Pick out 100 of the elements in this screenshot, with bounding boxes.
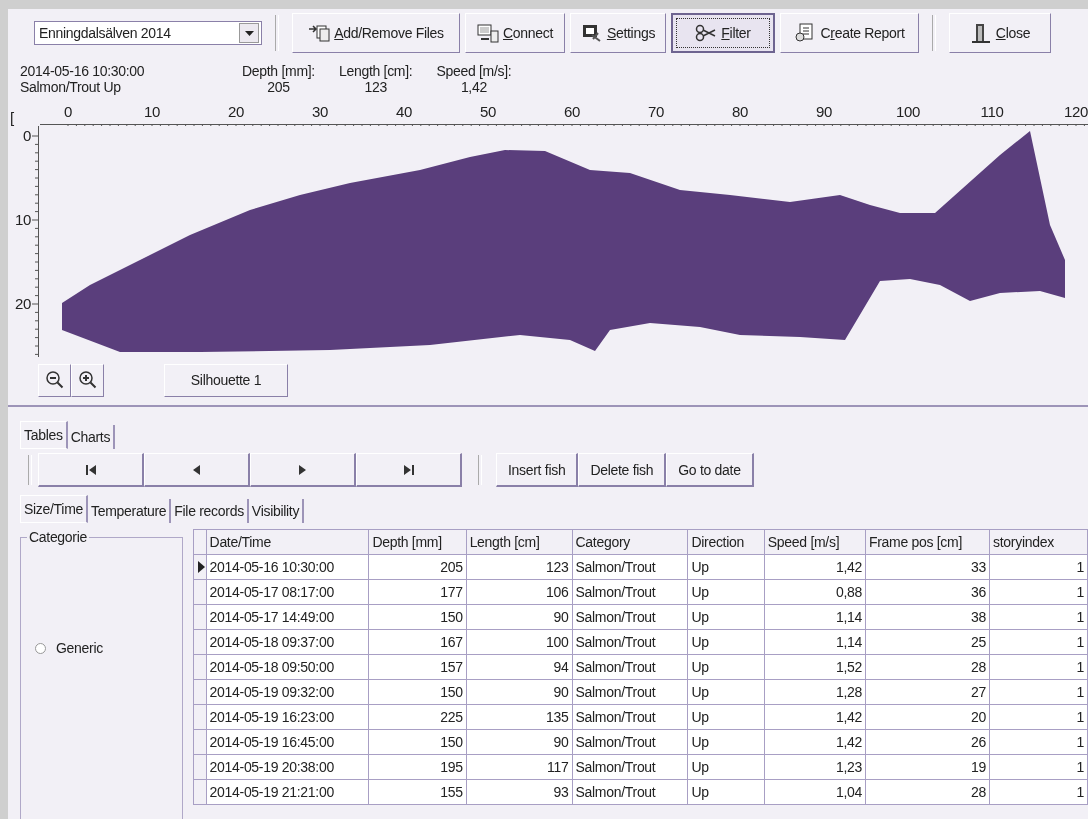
- table-cell: 19: [865, 754, 990, 780]
- navigator-button[interactable]: [38, 453, 144, 487]
- table-cell: 1: [989, 704, 1088, 730]
- table-cell: 36: [865, 579, 990, 605]
- column-header[interactable]: Date/Time: [206, 529, 369, 555]
- table-cell: Up: [687, 729, 765, 755]
- table-cell: Salmon/Trout: [572, 629, 688, 655]
- table-cell: Salmon/Trout: [572, 679, 688, 705]
- silhouette-button[interactable]: Silhouette 1: [164, 363, 288, 397]
- row-indicator[interactable]: [193, 554, 207, 580]
- field-label: Speed [m/s]:: [436, 63, 512, 79]
- tab[interactable]: Visibility: [248, 499, 305, 523]
- column-header[interactable]: Category: [572, 529, 688, 555]
- ruler-bracket: [: [10, 109, 14, 126]
- table-cell: Up: [687, 779, 765, 805]
- table-cell: Up: [687, 629, 765, 655]
- toolbar-button[interactable]: Settings: [570, 13, 666, 53]
- column-header[interactable]: Direction: [687, 529, 765, 555]
- table-cell: 1,28: [764, 679, 866, 705]
- ruler-label: 10: [14, 211, 31, 228]
- table-cell: Salmon/Trout: [572, 604, 688, 630]
- zoom-in-icon: [77, 370, 98, 390]
- toolbar-button[interactable]: Create Report: [780, 13, 919, 53]
- action-button[interactable]: Go to date: [666, 453, 754, 487]
- caret-icon: [244, 30, 254, 36]
- toolbar-button[interactable]: Close: [949, 13, 1051, 53]
- table-cell: 1: [989, 754, 1088, 780]
- table-cell: 1,42: [764, 729, 866, 755]
- action-button[interactable]: Delete fish: [578, 453, 667, 487]
- computer-icon: [476, 23, 499, 43]
- column-header[interactable]: storyindex: [989, 529, 1088, 555]
- table-cell: 135: [466, 704, 573, 730]
- tab[interactable]: Size/Time: [20, 495, 88, 523]
- radio-label[interactable]: Generic: [56, 640, 103, 656]
- column-header[interactable]: Frame pos [cm]: [865, 529, 990, 555]
- ruler-label: 90: [815, 103, 833, 120]
- ruler-label: 20: [227, 103, 245, 120]
- toolbar-button[interactable]: Add/Remove Files: [292, 13, 460, 53]
- table-cell: 90: [466, 604, 573, 630]
- table-cell: 28: [865, 779, 990, 805]
- current-row-icon: [197, 561, 205, 573]
- table-cell: 150: [368, 604, 467, 630]
- table-cell: Up: [687, 754, 765, 780]
- zoom-in-button[interactable]: [71, 363, 104, 397]
- ruler-label: 10: [143, 103, 161, 120]
- table-cell: 2014-05-18 09:50:00: [206, 654, 369, 680]
- column-header[interactable]: Depth [mm]: [368, 529, 467, 555]
- table-cell: 1: [989, 554, 1088, 580]
- table-cell: 1: [989, 654, 1088, 680]
- toolbar-button[interactable]: Connect: [465, 13, 565, 53]
- table-cell: 93: [466, 779, 573, 805]
- table-cell: 157: [368, 654, 467, 680]
- table-cell: 195: [368, 754, 467, 780]
- table-cell: 2014-05-19 09:32:00: [206, 679, 369, 705]
- table-cell: 38: [865, 604, 990, 630]
- radio-button[interactable]: [35, 642, 46, 654]
- door-exit-icon: [969, 22, 992, 44]
- table-cell: 1: [989, 604, 1088, 630]
- fish-description: Salmon/Trout Up: [20, 79, 122, 95]
- tab[interactable]: Charts: [67, 425, 116, 449]
- zoom-out-button[interactable]: [38, 363, 71, 397]
- navigator-button[interactable]: [250, 453, 356, 487]
- table-cell: 1,14: [764, 604, 866, 630]
- table-cell: 177: [368, 579, 467, 605]
- column-header[interactable]: Speed [m/s]: [764, 529, 866, 555]
- toolbar-button[interactable]: Filter: [671, 13, 775, 53]
- field-label: Depth [mm]:: [242, 63, 315, 79]
- tab[interactable]: Temperature: [88, 499, 172, 523]
- group-title: Categorie: [27, 529, 89, 545]
- tab[interactable]: Tables: [20, 421, 68, 449]
- table-cell: Salmon/Trout: [572, 779, 688, 805]
- column-header[interactable]: Length [cm]: [466, 529, 573, 555]
- action-button[interactable]: Insert fish: [496, 453, 579, 487]
- documents-icon: [308, 23, 331, 43]
- table-cell: Up: [687, 679, 765, 705]
- table-cell: 1,52: [764, 654, 866, 680]
- table-cell: Salmon/Trout: [572, 704, 688, 730]
- field-label: Length [cm]:: [338, 63, 413, 79]
- table-cell: 1,42: [764, 704, 866, 730]
- tab[interactable]: File records: [171, 499, 249, 523]
- table-cell: 225: [368, 704, 467, 730]
- table-cell: 1: [989, 679, 1088, 705]
- table-cell: 1: [989, 579, 1088, 605]
- field-value: 1,42: [460, 79, 487, 95]
- table-cell: 1,42: [764, 554, 866, 580]
- table-cell: 1: [989, 779, 1088, 805]
- table-cell: Up: [687, 704, 765, 730]
- navigator-button[interactable]: [144, 453, 250, 487]
- table-cell: 28: [865, 654, 990, 680]
- table-cell: 117: [466, 754, 573, 780]
- table-cell: 0,88: [764, 579, 866, 605]
- field-value: 205: [267, 79, 290, 95]
- ruler-label: 20: [14, 295, 31, 312]
- table-cell: 1,04: [764, 779, 866, 805]
- table-cell: 150: [368, 679, 467, 705]
- river-dropdown[interactable]: Enningdalsälven 2014: [34, 21, 262, 45]
- navigator-button[interactable]: [356, 453, 462, 487]
- ruler-label: 30: [311, 103, 329, 120]
- table-cell: 100: [466, 629, 573, 655]
- field-value: 123: [364, 79, 387, 95]
